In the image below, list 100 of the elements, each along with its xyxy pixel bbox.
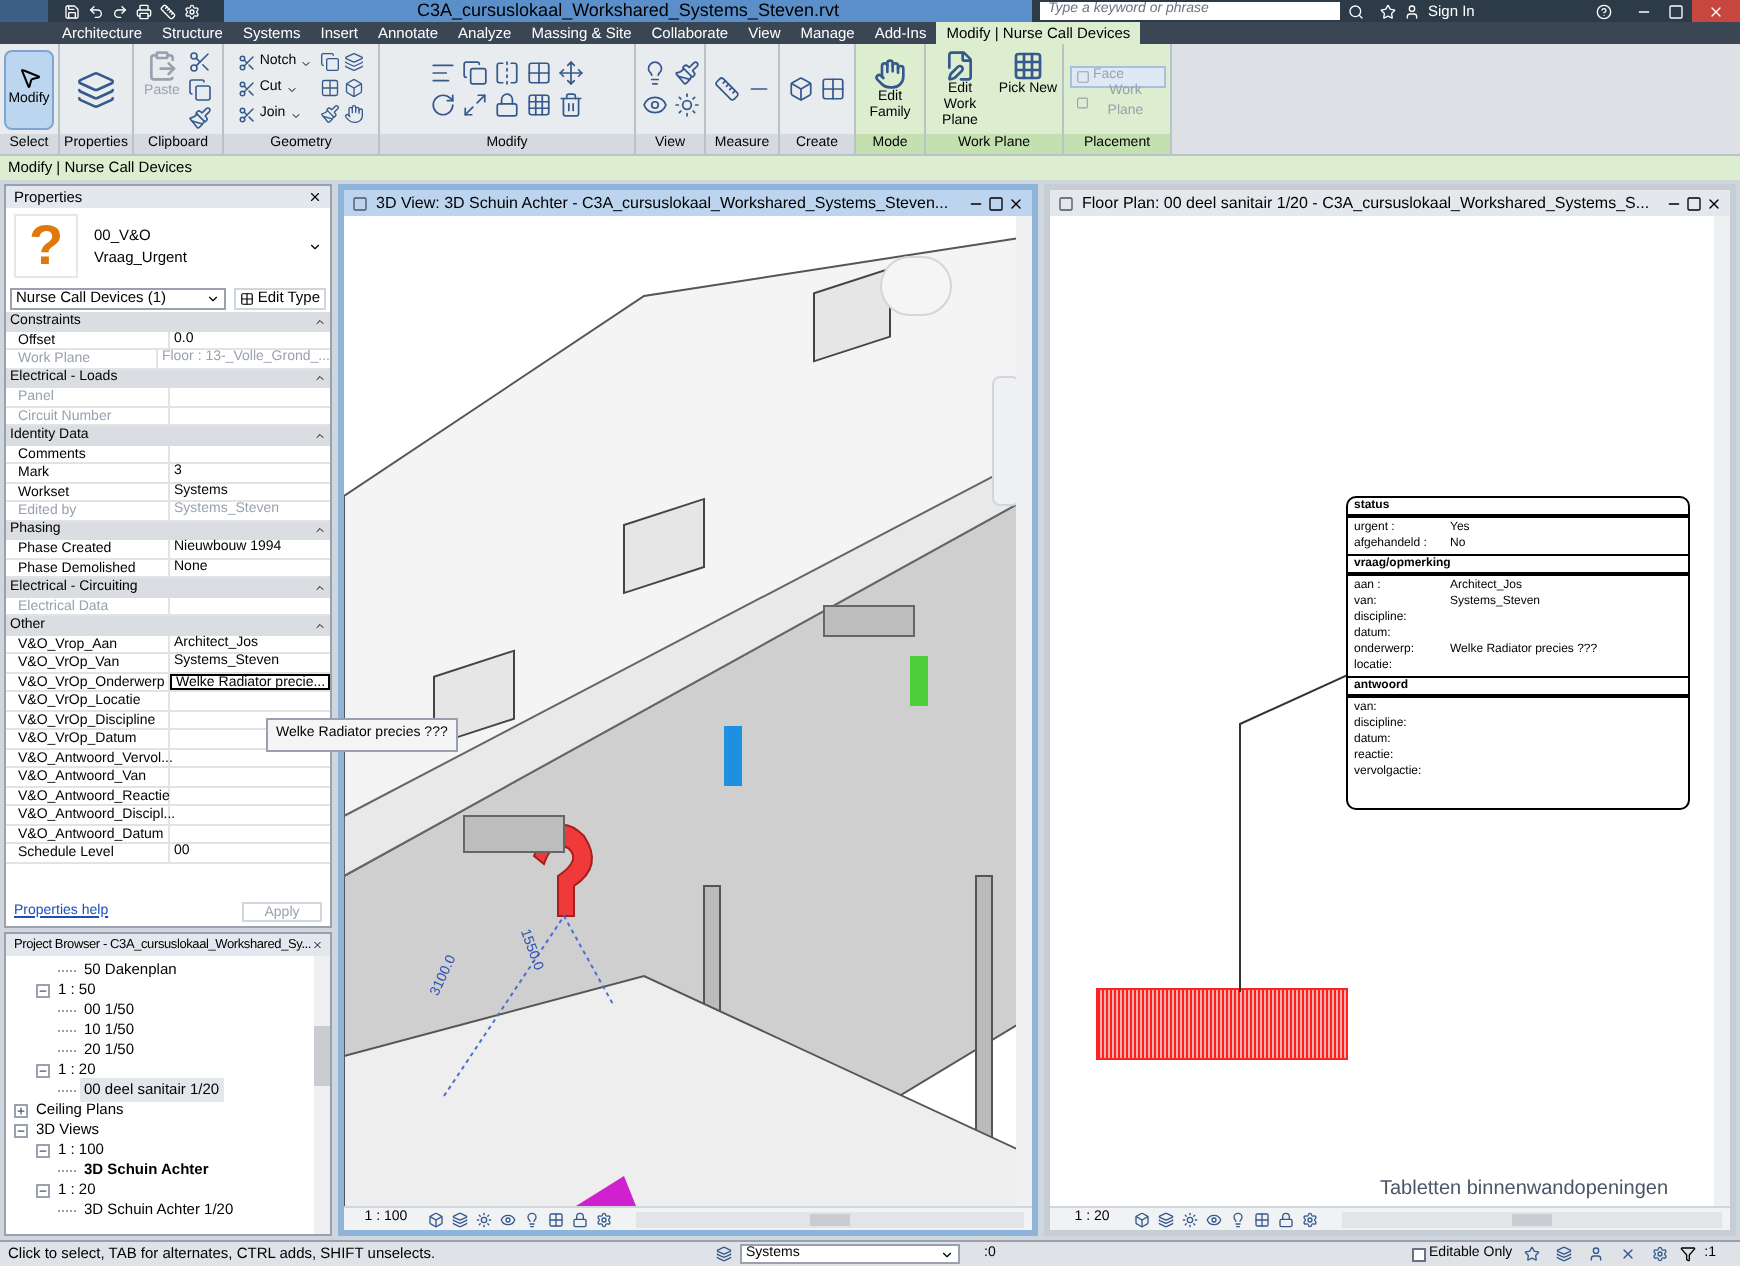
view-icon	[352, 195, 368, 211]
family-preview: ?	[14, 214, 78, 278]
scissors-icon[interactable]	[187, 49, 212, 73]
close-icon[interactable]	[308, 190, 322, 204]
geometry-icon[interactable]	[344, 104, 365, 125]
status-tool-icon[interactable]	[1524, 1246, 1541, 1262]
user-icon[interactable]	[1404, 3, 1420, 19]
collapse-icon[interactable]	[36, 983, 50, 997]
geometry-icon[interactable]	[320, 77, 341, 98]
box-icon[interactable]	[788, 76, 814, 102]
collapse-icon[interactable]	[36, 1183, 50, 1197]
collapse-icon[interactable]	[14, 1123, 28, 1137]
status-tool-icon[interactable]	[1588, 1246, 1605, 1262]
maximize-icon[interactable]	[988, 195, 1004, 211]
cursor-icon	[17, 66, 41, 91]
scissors-icon	[237, 106, 256, 124]
status-tool-icon[interactable]	[1620, 1246, 1637, 1262]
view-control-icon[interactable]	[572, 1211, 588, 1227]
eye-icon[interactable]	[641, 92, 667, 118]
quick-access-icon[interactable]	[88, 3, 104, 19]
clipboard-icon	[146, 49, 178, 81]
align-icon[interactable]	[430, 60, 456, 86]
view-control-icon[interactable]	[1230, 1211, 1246, 1227]
view-control-icon[interactable]	[476, 1211, 492, 1227]
view-control-icon[interactable]	[500, 1211, 516, 1227]
search-icon[interactable]	[1348, 3, 1364, 19]
horizontal-scrollbar[interactable]	[1342, 1211, 1722, 1227]
caret-icon	[205, 291, 220, 305]
collapse-icon	[314, 524, 326, 537]
view-control-icon[interactable]	[596, 1211, 612, 1227]
maximize-icon[interactable]	[1686, 195, 1702, 211]
help-icon[interactable]	[1596, 3, 1612, 19]
view-control-icon[interactable]	[452, 1211, 468, 1227]
dropdown-icon[interactable]	[308, 239, 322, 253]
horizontal-scrollbar[interactable]	[636, 1211, 1024, 1227]
brush-icon[interactable]	[187, 105, 212, 129]
tool-icon	[944, 49, 976, 81]
caret-icon	[285, 83, 298, 95]
view-control-icon[interactable]	[1302, 1211, 1318, 1227]
collapse-icon	[314, 372, 326, 385]
view-control-icon[interactable]	[1182, 1211, 1198, 1227]
geometry-icon[interactable]	[344, 51, 365, 71]
copy-icon[interactable]	[462, 60, 488, 86]
status-tool-icon[interactable]	[1556, 1246, 1573, 1262]
grid-icon	[239, 291, 254, 305]
workset-icon[interactable]	[716, 1246, 732, 1262]
view-control-icon[interactable]	[1254, 1211, 1270, 1227]
move-icon[interactable]	[558, 60, 584, 86]
status-tool-icon[interactable]	[1652, 1246, 1669, 1262]
rotate-icon[interactable]	[430, 92, 456, 118]
quick-access-icon[interactable]	[136, 3, 152, 19]
collapse-icon	[314, 619, 326, 632]
caret-icon	[289, 109, 302, 121]
group-icon[interactable]	[820, 76, 846, 102]
geometry-icon[interactable]	[344, 77, 365, 98]
scissors-icon	[237, 80, 256, 98]
expand-icon[interactable]	[14, 1103, 28, 1117]
copy-icon[interactable]	[187, 77, 212, 101]
caret-icon	[300, 57, 313, 69]
view-title: Floor Plan: 00 deel sanitair 1/20 - C3A_cursuslokaal_Workshared_Systems_S...	[1082, 191, 1652, 215]
view-control-icon[interactable]	[524, 1211, 540, 1227]
collapse-icon	[314, 315, 326, 328]
collapse-icon[interactable]	[36, 1143, 50, 1157]
geometry-icon[interactable]	[320, 51, 341, 71]
square-icon	[1075, 69, 1089, 83]
quick-access-icon[interactable]	[160, 3, 176, 19]
filter-icon[interactable]	[1680, 1246, 1697, 1262]
lock-icon[interactable]	[494, 92, 520, 118]
ruler-icon[interactable]	[713, 76, 739, 102]
delete-icon[interactable]	[558, 92, 584, 118]
view-control-icon[interactable]	[428, 1211, 444, 1227]
brush-icon[interactable]	[673, 60, 699, 86]
view-control-icon[interactable]	[1134, 1211, 1150, 1227]
properties-icon[interactable]	[76, 69, 116, 109]
caret-icon	[940, 1247, 954, 1261]
view-title: 3D View: 3D Schuin Achter - C3A_cursuslokaal_Workshared_Systems_Steven...	[376, 191, 951, 215]
sun-icon[interactable]	[673, 92, 699, 118]
collapse-icon[interactable]	[36, 1063, 50, 1077]
scale-icon[interactable]	[462, 92, 488, 118]
quick-access-icon[interactable]	[64, 3, 80, 19]
view-control-icon[interactable]	[1158, 1211, 1174, 1227]
close-icon	[1708, 3, 1724, 19]
mirror-icon[interactable]	[494, 60, 520, 86]
view-control-icon[interactable]	[1278, 1211, 1294, 1227]
grid-icon[interactable]	[526, 92, 552, 118]
view-control-icon[interactable]	[1206, 1211, 1222, 1227]
quick-access-icon[interactable]	[184, 3, 200, 19]
star-icon[interactable]	[1380, 3, 1396, 19]
view-icon	[1058, 195, 1074, 211]
view-control-icon[interactable]	[548, 1211, 564, 1227]
plan-note: Tabletten binnenwandopeningen	[1380, 1176, 1669, 1204]
scissors-icon	[237, 54, 256, 72]
collapse-icon	[314, 581, 326, 594]
collapse-icon	[314, 429, 326, 442]
array-icon[interactable]	[526, 60, 552, 86]
close-icon[interactable]	[1706, 195, 1722, 211]
geometry-icon[interactable]	[320, 104, 341, 125]
tool-icon	[1012, 49, 1044, 81]
close-icon[interactable]	[1008, 195, 1024, 211]
quick-access-icon[interactable]	[112, 3, 128, 19]
